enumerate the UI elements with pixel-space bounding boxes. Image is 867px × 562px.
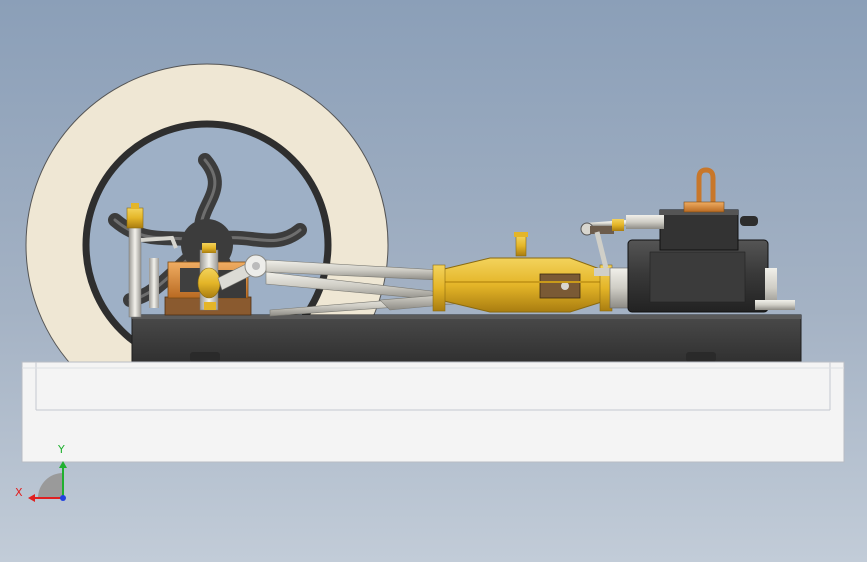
steam-engine-model[interactable] [0,0,867,562]
chimney-pipe[interactable] [683,167,725,213]
cad-viewport[interactable]: X Y [0,0,867,562]
axis-x-label: X [15,486,23,499]
cylinder[interactable] [609,209,795,313]
axis-y-label: Y [58,443,65,456]
base-plate[interactable] [131,314,802,364]
crosshead-guide[interactable] [432,232,613,313]
display-board[interactable] [21,361,845,463]
